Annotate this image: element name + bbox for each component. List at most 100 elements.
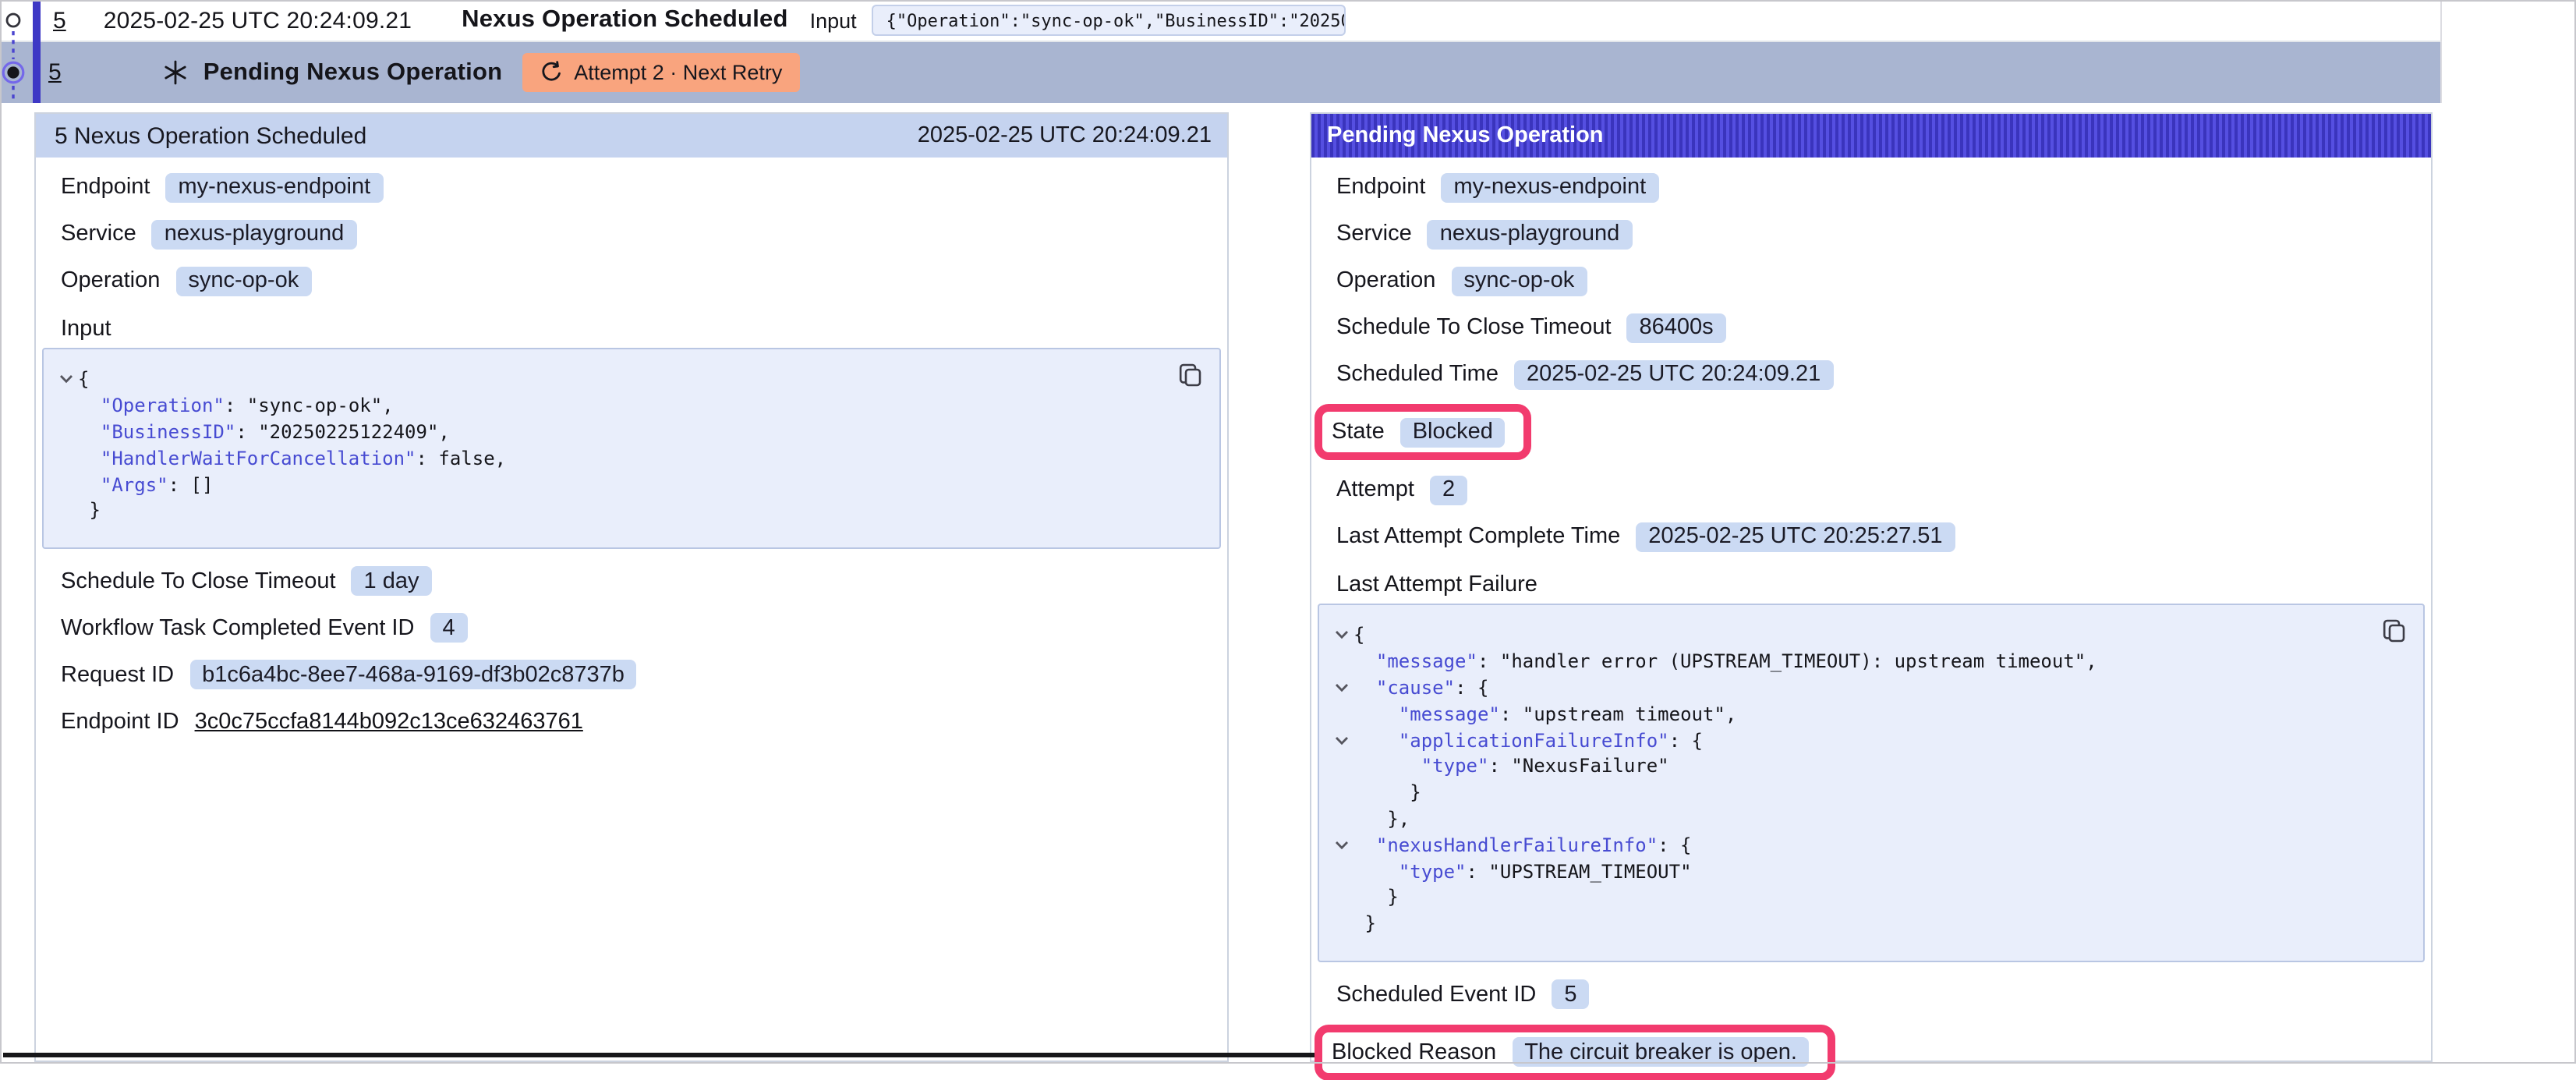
- code-line-text: "Operation": "sync-op-ok",: [78, 395, 394, 416]
- field-row-attempt: Attempt2: [1336, 473, 2406, 507]
- panel-title: 5 Nexus Operation Scheduled: [55, 122, 366, 149]
- field-value-scheduled-event-id: 5: [1552, 979, 1589, 1009]
- code-line: "type": "UPSTREAM_TIMEOUT": [1329, 858, 2401, 884]
- annotated-field-row-state: StateBlocked: [1315, 404, 1532, 460]
- collapse-chevron-icon[interactable]: [1329, 841, 1353, 850]
- code-line-text: "Args": []: [78, 473, 213, 495]
- field-label-operation: Operation: [61, 268, 160, 293]
- retry-status-badge: Attempt 2 · Next Retry: [522, 53, 799, 92]
- field-row-scheduled-time: Scheduled Time 2025-02-25 UTC 20:24:09.21: [1336, 357, 2406, 391]
- code-line-text: "applicationFailureInfo": {: [1353, 729, 1703, 751]
- input-label: Input: [810, 9, 857, 32]
- event-id-link[interactable]: 5: [48, 59, 62, 86]
- field-label-scheduled-time: Scheduled Time: [1336, 362, 1499, 387]
- code-line: "Operation": "sync-op-ok",: [53, 393, 1198, 420]
- code-line-text: },: [1353, 808, 1410, 830]
- field-row-last-attempt-complete-time: Last Attempt Complete Time2025-02-25 UTC…: [1336, 519, 2406, 554]
- event-id-link[interactable]: 5: [53, 7, 66, 34]
- copy-button[interactable]: [2378, 614, 2411, 647]
- code-line-text: "type": "NexusFailure": [1353, 756, 1669, 777]
- code-line: "type": "NexusFailure": [1329, 753, 2401, 780]
- field-row-service: Service nexus-playground: [1336, 217, 2406, 251]
- field-label-workflow-task-completed-event-id: Workflow Task Completed Event ID: [61, 616, 414, 641]
- code-line: "message": "handler error (UPSTREAM_TIME…: [1329, 649, 2401, 675]
- copy-icon: [1177, 362, 1204, 388]
- field-value-service: nexus-playground: [152, 219, 357, 249]
- code-line: "BusinessID": "20250225122409",: [53, 419, 1198, 445]
- panel-header-scheduled: 5 Nexus Operation Scheduled 2025-02-25 U…: [36, 114, 1227, 158]
- code-line-text: }: [78, 500, 101, 522]
- field-label-operation: Operation: [1336, 268, 1435, 293]
- event-detail-panels: 5 Nexus Operation Scheduled 2025-02-25 U…: [34, 112, 2433, 1062]
- code-line: "message": "upstream timeout",: [1329, 701, 2401, 728]
- copy-button[interactable]: [1174, 359, 1207, 391]
- pending-asterisk-icon: [163, 59, 189, 86]
- code-line-text: {: [78, 369, 89, 391]
- code-line-text: "nexusHandlerFailureInfo": {: [1353, 834, 1692, 856]
- field-label-input: Input: [61, 317, 1202, 342]
- code-line: "HandlerWaitForCancellation": false,: [53, 445, 1198, 472]
- field-value-schedule-to-close-timeout: 86400s: [1627, 313, 1726, 342]
- field-row-scheduled-event-id: Scheduled Event ID 5: [1336, 977, 2406, 1011]
- collapse-chevron-icon[interactable]: [1329, 683, 1353, 692]
- field-value-last-attempt-complete-time: 2025-02-25 UTC 20:25:27.51: [1636, 522, 1955, 551]
- code-line: "cause": {: [1329, 675, 2401, 701]
- annotated-field-row-blocked-reason: Blocked Reason The circuit breaker is ope…: [1315, 1024, 1836, 1080]
- field-row-workflow-task-completed-event-id: Workflow Task Completed Event ID 4: [61, 611, 1202, 646]
- code-line-text: "HandlerWaitForCancellation": false,: [78, 448, 506, 469]
- selected-events-accent-bar: [33, 0, 41, 103]
- code-line: }: [1329, 884, 2401, 911]
- field-row-endpoint: Endpoint my-nexus-endpoint: [1336, 170, 2406, 204]
- retry-badge-label: Attempt 2 · Next Retry: [574, 61, 782, 84]
- code-line: }: [1329, 911, 2401, 937]
- json-code-block-failure_json: { "message": "handler error (UPSTREAM_TI…: [1318, 604, 2425, 961]
- code-line-text: "type": "UPSTREAM_TIMEOUT": [1353, 860, 1692, 882]
- code-line-text: }: [1353, 887, 1399, 908]
- collapse-chevron-icon[interactable]: [1329, 735, 1353, 745]
- panel-nexus-operation-scheduled: 5 Nexus Operation Scheduled 2025-02-25 U…: [34, 112, 1229, 1062]
- field-value-service: nexus-playground: [1428, 219, 1633, 249]
- code-line: {: [53, 366, 1198, 393]
- event-title: Nexus Operation Scheduled: [462, 6, 787, 34]
- code-line: "Args": []: [53, 471, 1198, 498]
- code-line: }: [53, 498, 1198, 524]
- field-value-endpoint: my-nexus-endpoint: [166, 172, 384, 202]
- code-line: },: [1329, 806, 2401, 832]
- panel-header-timestamp: 2025-02-25 UTC 20:24:09.21: [918, 123, 1212, 148]
- field-value-endpoint: my-nexus-endpoint: [1442, 172, 1659, 202]
- field-value-endpoint-id[interactable]: 3c0c75ccfa8144b092c13ce632463761: [195, 710, 583, 735]
- field-value-scheduled-time: 2025-02-25 UTC 20:24:09.21: [1514, 359, 1833, 389]
- field-label-schedule-to-close-timeout: Schedule To Close Timeout: [61, 569, 336, 594]
- field-value-blocked-reason: The circuit breaker is open.: [1512, 1037, 1810, 1067]
- code-line-text: }: [1353, 781, 1421, 803]
- field-label-request-id: Request ID: [61, 663, 174, 688]
- timeline-start-circle-icon: [7, 14, 19, 27]
- field-label-last-attempt-failure: Last Attempt Failure: [1336, 572, 2406, 597]
- field-row-operation: Operationsync-op-ok: [61, 264, 1202, 298]
- copy-icon: [2381, 618, 2408, 644]
- event-title: Pending Nexus Operation: [203, 58, 503, 87]
- event-row-pending-nexus-operation[interactable]: 5 Pending Nexus Operation Attempt 2 · Ne…: [0, 42, 2442, 103]
- field-label-endpoint: Endpoint: [1336, 175, 1426, 200]
- collapse-chevron-icon[interactable]: [1329, 631, 1353, 640]
- field-row-endpoint: Endpoint my-nexus-endpoint: [61, 170, 1202, 204]
- collapse-chevron-icon[interactable]: [53, 375, 78, 384]
- code-line-text: "cause": {: [1353, 677, 1488, 699]
- field-value-request-id: b1c6a4bc-8ee7-468a-9169-df3b02c8737b: [189, 660, 637, 690]
- code-line-text: }: [1353, 912, 1376, 934]
- field-label-service: Service: [1336, 221, 1412, 246]
- temporal-event-history-screen: 5 2025-02-25 UTC 20:24:09.21 Nexus Opera…: [0, 0, 2576, 1064]
- field-label-service: Service: [61, 221, 136, 246]
- field-value-operation: sync-op-ok: [1451, 266, 1587, 296]
- field-label-scheduled-event-id: Scheduled Event ID: [1336, 982, 1536, 1007]
- field-row-request-id: Request ID b1c6a4bc-8ee7-468a-9169-df3b02…: [61, 658, 1202, 692]
- field-label-blocked-reason: Blocked Reason: [1332, 1039, 1496, 1064]
- field-label-endpoint: Endpoint: [61, 175, 150, 200]
- field-row-schedule-to-close-timeout: Schedule To Close Timeout1 day: [61, 565, 1202, 599]
- field-row-schedule-to-close-timeout: Schedule To Close Timeout86400s: [1336, 310, 2406, 345]
- event-timestamp: 2025-02-25 UTC 20:24:09.21: [104, 7, 412, 34]
- code-line: }: [1329, 780, 2401, 806]
- code-line: "nexusHandlerFailureInfo": {: [1329, 832, 2401, 859]
- field-value-workflow-task-completed-event-id: 4: [430, 614, 467, 643]
- event-row-nexus-operation-scheduled[interactable]: 5 2025-02-25 UTC 20:24:09.21 Nexus Opera…: [0, 0, 2442, 42]
